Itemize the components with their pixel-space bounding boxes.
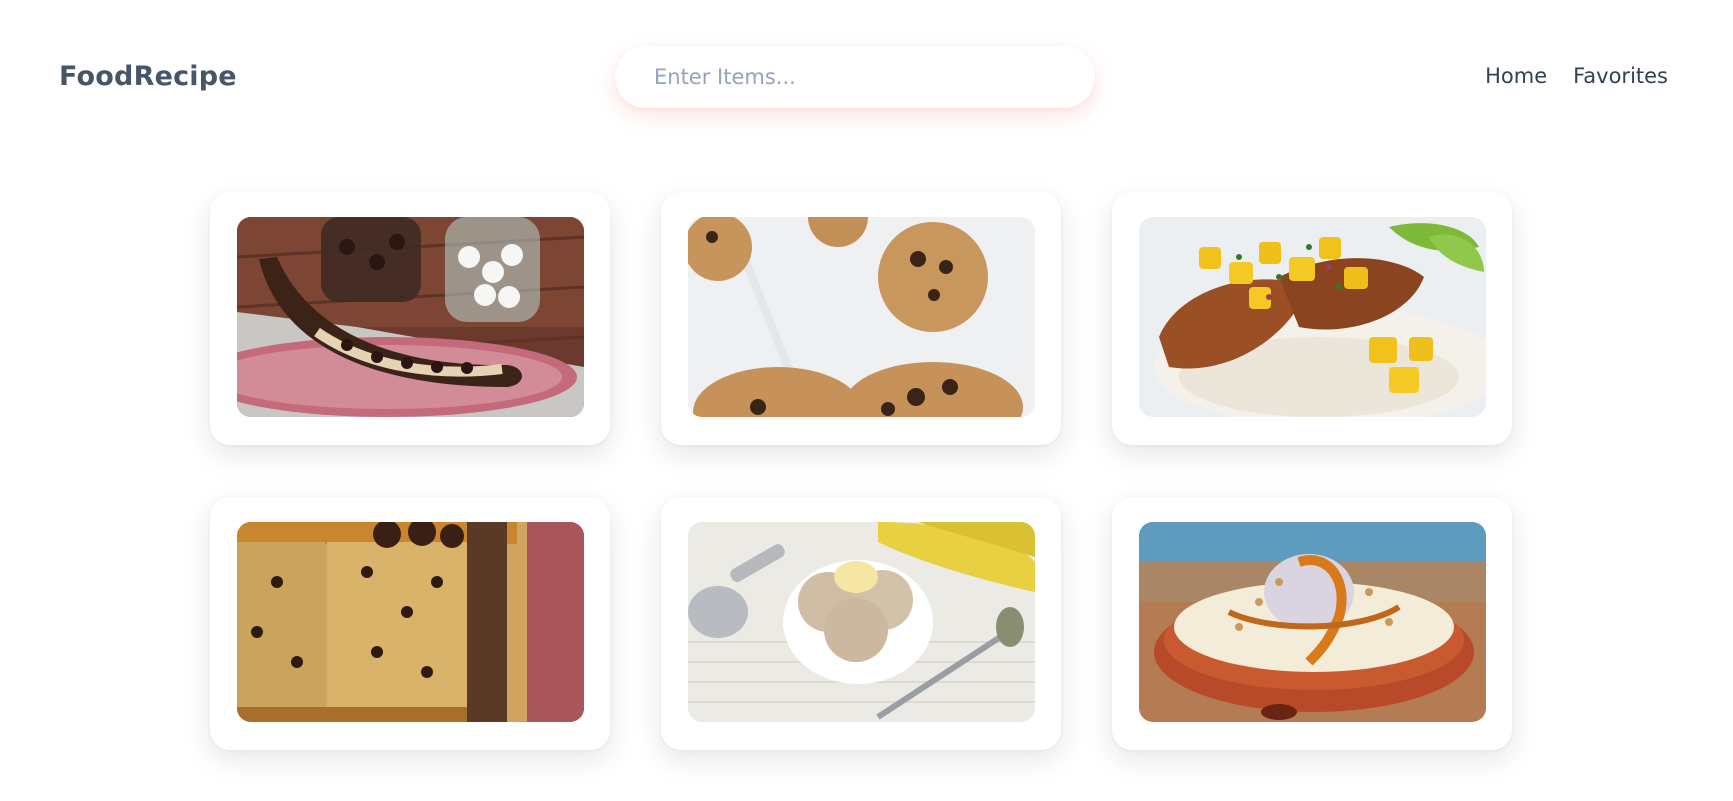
site-header: FoodRecipe Home Favorites xyxy=(0,0,1733,160)
recipe-image[interactable] xyxy=(237,522,584,722)
main-nav: Home Favorites xyxy=(1485,64,1668,88)
recipe-image[interactable] xyxy=(1139,217,1486,417)
nav-home-link[interactable]: Home xyxy=(1485,64,1547,88)
search-input[interactable] xyxy=(615,46,1095,108)
recipe-card[interactable] xyxy=(1112,497,1512,750)
recipe-card[interactable] xyxy=(661,192,1061,445)
recipe-card[interactable] xyxy=(661,497,1061,750)
banana-boat-photo xyxy=(237,217,584,417)
recipe-image[interactable] xyxy=(688,522,1035,722)
fish-mango-salsa-photo xyxy=(1139,217,1486,417)
recipe-image[interactable] xyxy=(1139,522,1486,722)
chocolate-chip-cake-photo xyxy=(237,522,584,722)
oatmeal-cookies-photo xyxy=(688,217,1035,417)
search-bar xyxy=(615,46,1095,108)
caramel-cream-pie-photo xyxy=(1139,522,1486,722)
recipe-image[interactable] xyxy=(688,217,1035,417)
nav-favorites-link[interactable]: Favorites xyxy=(1573,64,1668,88)
recipe-card[interactable] xyxy=(210,497,610,750)
banana-ice-cream-photo xyxy=(688,522,1035,722)
recipe-card[interactable] xyxy=(210,192,610,445)
recipe-image[interactable] xyxy=(237,217,584,417)
site-logo[interactable]: FoodRecipe xyxy=(59,61,237,92)
recipe-card[interactable] xyxy=(1112,192,1512,445)
